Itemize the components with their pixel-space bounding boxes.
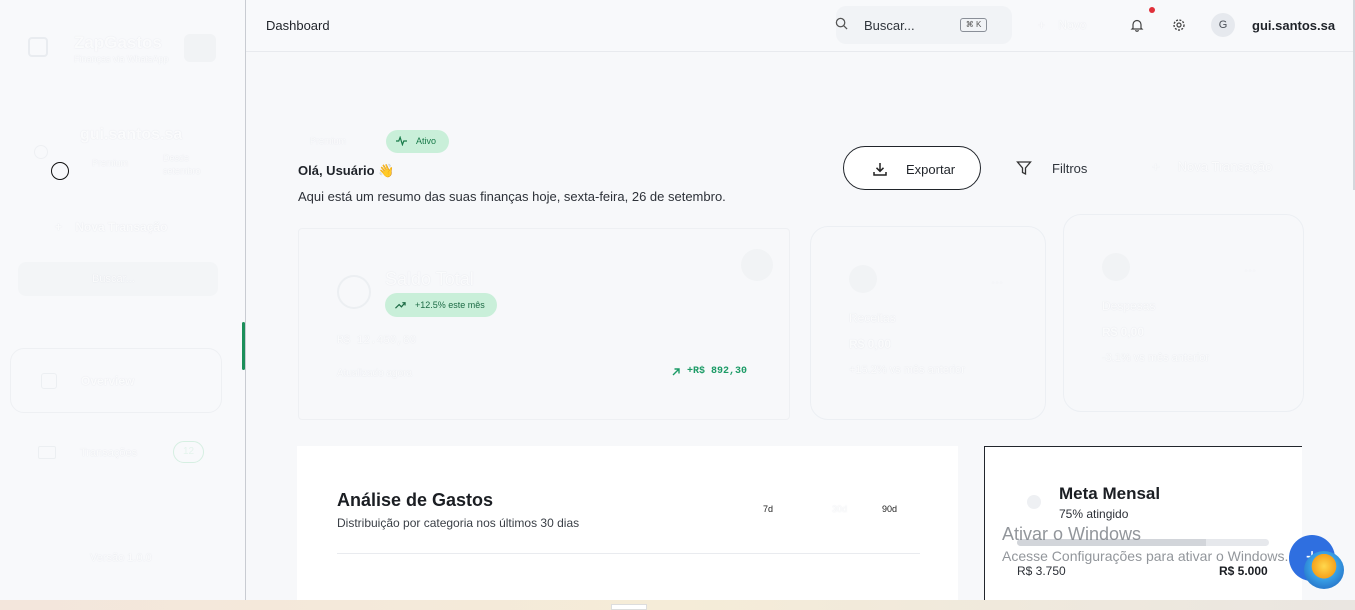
sidebar: ZapGastos Finanças via WhatsApp gui.sant… — [0, 0, 246, 600]
search-icon — [835, 17, 848, 30]
balance-card: Saldo Total R$ 12.450,80 Atualizado agor… — [298, 228, 790, 420]
wallet-icon — [337, 275, 371, 309]
goal-subtitle: 75% atingido — [1059, 507, 1129, 521]
section-title: Análise de Gastos — [337, 490, 494, 510]
arrow-up-right-icon — [672, 368, 680, 376]
balance-delta-value: +R$ 892,30 — [687, 366, 748, 377]
greeting-subtitle: Aqui está um resumo das suas finanças ho… — [298, 189, 726, 204]
taskbar-item[interactable] — [611, 604, 647, 610]
growth-label: +12.5% este mês — [415, 300, 485, 310]
goal-target: R$ 5.000 — [1219, 564, 1268, 578]
range-30d-tab[interactable]: 30d — [832, 504, 847, 514]
export-label: Exportar — [906, 162, 956, 177]
goal-title: Meta Mensal — [1059, 484, 1161, 503]
card-title: Despesas — [1102, 299, 1156, 313]
new-button[interactable]: + Novo — [1038, 18, 1086, 32]
app-tagline: Finanças via WhatsApp — [74, 54, 169, 64]
search-input[interactable]: Buscar... ⌘ K — [835, 6, 1012, 44]
app-version: Versão 1.0.0 — [90, 552, 152, 564]
card-title: Receitas — [849, 311, 896, 325]
sidebar-user-name: gui.santos.sa — [80, 126, 183, 143]
sidebar-new-transaction-button[interactable]: + Nova Transação — [55, 220, 167, 234]
bell-icon[interactable] — [1130, 18, 1144, 32]
windows-activation-subtitle: Acesse Configurações para ativar o Windo… — [1002, 548, 1289, 564]
growth-badge: +12.5% este mês — [385, 293, 497, 317]
app-name: ZapGastos — [74, 33, 162, 52]
keyboard-shortcut: ⌘ K — [960, 18, 987, 32]
expense-value: R$ 0,00 — [1102, 325, 1145, 339]
app-tray-icon[interactable] — [1304, 551, 1344, 589]
card-title: Saldo Total — [385, 269, 474, 289]
more-menu-icon[interactable]: ··· — [1244, 263, 1256, 277]
trending-down-icon — [1102, 253, 1130, 281]
credit-card-icon — [38, 446, 56, 459]
balance-value: R$ 12.450,80 — [337, 335, 417, 347]
user-avatar[interactable]: G — [1211, 13, 1235, 37]
target-icon — [1027, 495, 1041, 509]
export-button[interactable]: Exportar — [843, 146, 981, 190]
new-button-label: Novo — [1058, 18, 1087, 32]
breadcrumb: Premium — [310, 136, 347, 146]
income-value: R$ 0,00 — [849, 337, 892, 351]
user-avatar-icon[interactable] — [34, 145, 48, 159]
divider — [337, 553, 920, 554]
new-transaction-label: Nova Transação — [1177, 159, 1273, 174]
gear-icon[interactable] — [1172, 18, 1186, 32]
sidebar-search-placeholder: Buscar... — [92, 273, 135, 285]
income-card: ··· Receitas R$ 0,00 +15.2% vs mês anter… — [810, 226, 1046, 420]
sidebar-item-label: Transações — [80, 447, 138, 459]
status-label: Ativo — [416, 136, 437, 146]
active-indicator — [242, 322, 245, 370]
filter-icon — [1016, 161, 1032, 176]
greeting: Olá, Usuário 👋 — [298, 163, 395, 178]
income-delta: +15.2% vs mês anterior — [849, 364, 965, 376]
taskbar — [0, 600, 1355, 610]
expense-card: ··· Despesas R$ 0,00 -3.1% vs mês anteri… — [1063, 214, 1304, 412]
expense-delta: -3.1% vs mês anterior — [1102, 352, 1209, 364]
collapse-sidebar-button[interactable] — [184, 34, 216, 62]
sidebar-new-transaction-label: Nova Transação — [75, 220, 168, 234]
spending-analysis-panel: Análise de Gastos Distribuição por categ… — [297, 446, 958, 600]
add-icon[interactable] — [741, 249, 773, 281]
header-user-name[interactable]: gui.santos.sa — [1252, 18, 1335, 33]
trending-up-icon — [849, 265, 877, 293]
home-icon — [41, 373, 57, 389]
new-transaction-button[interactable]: + Nova Transação — [1152, 159, 1272, 174]
notification-dot — [1149, 7, 1155, 13]
member-since: Desde setembro — [163, 153, 201, 176]
plan-badge: Premium — [92, 158, 129, 168]
sidebar-item-transacoes[interactable]: Transações 12 — [10, 430, 222, 476]
status-badge: Ativo — [386, 130, 449, 153]
trending-up-icon — [395, 302, 406, 309]
sidebar-item-label: Overview — [81, 374, 135, 388]
windows-activation-title: Ativar o Windows — [1002, 524, 1142, 544]
count-badge: 12 — [173, 441, 204, 463]
range-90d-tab[interactable]: 90d — [882, 504, 897, 514]
mouse-cursor-icon — [51, 162, 69, 180]
balance-label: Atualizado agora — [337, 368, 413, 379]
range-7d-tab[interactable]: 7d — [763, 504, 773, 514]
wallet-icon — [28, 37, 48, 57]
more-menu-icon[interactable]: ··· — [991, 275, 1003, 289]
monthly-goal-panel: Meta Mensal 75% atingido R$ 3.750 R$ 5.0… — [984, 446, 1302, 600]
section-subtitle: Distribuição por categoria nos últimos 3… — [337, 516, 580, 530]
download-icon — [873, 163, 887, 176]
sidebar-item-overview[interactable]: Overview — [10, 348, 222, 413]
search-placeholder: Buscar... — [864, 18, 915, 33]
goal-current: R$ 3.750 — [1017, 564, 1066, 578]
plus-icon: + — [55, 220, 63, 234]
filter-label: Filtros — [1052, 161, 1088, 176]
page-title: Dashboard — [266, 18, 330, 33]
activity-icon — [396, 136, 407, 146]
sidebar-search-input[interactable]: Buscar... — [18, 262, 218, 296]
top-header: Dashboard Buscar... ⌘ K + Novo G gui.san… — [246, 0, 1355, 190]
